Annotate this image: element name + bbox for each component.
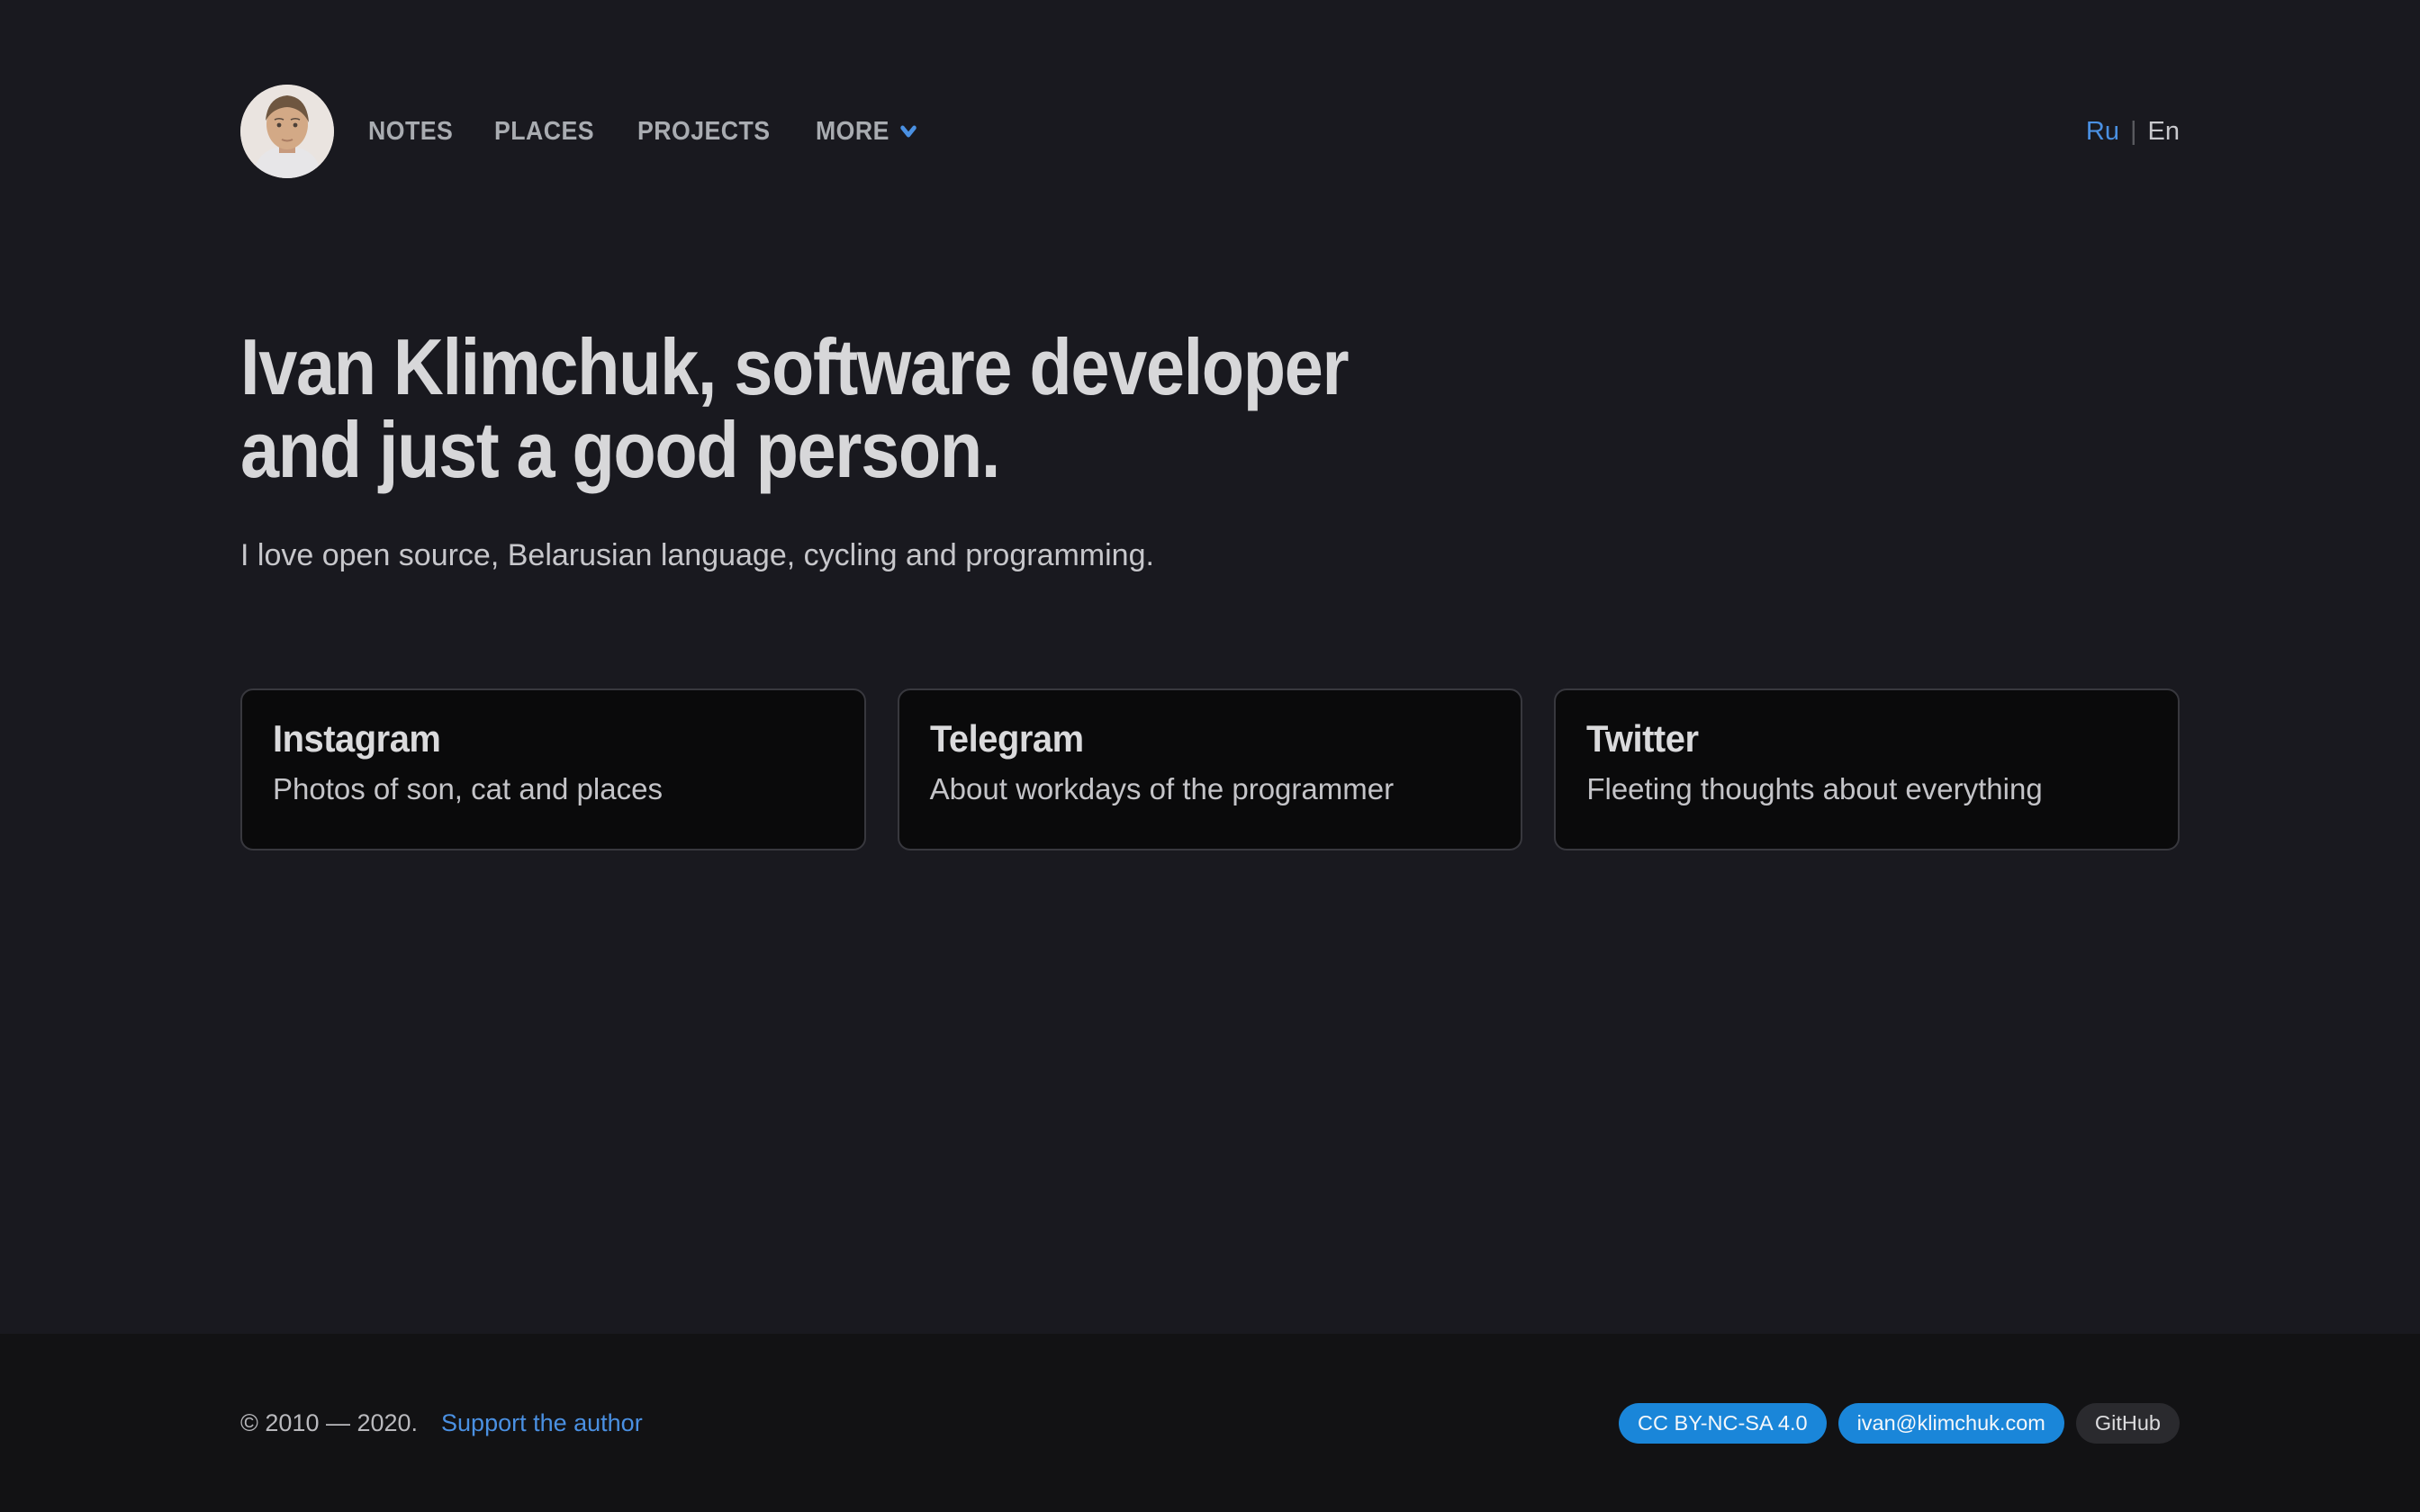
card-twitter-title: Twitter	[1586, 717, 1699, 760]
main-content: Ivan Klimchuk, software developer and ju…	[0, 178, 2420, 1334]
page-title-line-2: and just a good person.	[240, 410, 999, 493]
card-telegram[interactable]: Telegram About workdays of the programme…	[898, 688, 1523, 850]
github-badge[interactable]: GitHub	[2076, 1403, 2180, 1444]
card-instagram-description: Photos of son, cat and places	[273, 772, 834, 806]
footer-badges: CC BY-NC-SA 4.0 ivan@klimchuk.com GitHub	[1619, 1403, 2180, 1444]
support-author-link[interactable]: Support the author	[441, 1409, 643, 1437]
language-switcher: Ru | En	[2086, 117, 2180, 147]
footer: © 2010 — 2020. Support the author CC BY-…	[0, 1334, 2420, 1512]
portrait-photo-icon	[240, 85, 334, 178]
license-badge[interactable]: CC BY-NC-SA 4.0	[1619, 1403, 1827, 1444]
card-instagram-title: Instagram	[273, 717, 440, 760]
homepage: NOTES PLACES PROJECTS MORE Ru | En Ivan …	[0, 0, 2420, 1512]
copyright-text: © 2010 — 2020.	[240, 1409, 418, 1437]
language-separator: |	[2130, 117, 2137, 147]
card-telegram-title: Telegram	[930, 717, 1084, 760]
card-instagram[interactable]: Instagram Photos of son, cat and places	[240, 688, 866, 850]
nav-item-more-label: MORE	[816, 117, 889, 147]
nav-item-projects[interactable]: PROJECTS	[637, 117, 771, 147]
main-menu: NOTES PLACES PROJECTS MORE	[368, 117, 929, 147]
nav-item-more[interactable]: MORE	[816, 117, 920, 147]
nav-item-notes[interactable]: NOTES	[368, 117, 453, 147]
social-cards: Instagram Photos of son, cat and places …	[240, 688, 2180, 850]
card-telegram-description: About workdays of the programmer	[930, 772, 1491, 806]
page-title-line-1: Ivan Klimchuk, software developer	[240, 328, 1348, 410]
page-title: Ivan Klimchuk, software developer and ju…	[240, 328, 2180, 493]
avatar[interactable]	[240, 85, 334, 178]
page-subtitle: I love open source, Belarusian language,…	[240, 538, 2180, 573]
top-navigation: NOTES PLACES PROJECTS MORE Ru | En	[0, 0, 2420, 178]
footer-left: © 2010 — 2020. Support the author	[240, 1409, 643, 1437]
language-ru-link[interactable]: Ru	[2086, 117, 2119, 147]
card-twitter-description: Fleeting thoughts about everything	[1586, 772, 2147, 806]
language-en-current: En	[2148, 117, 2180, 147]
nav-item-places[interactable]: PLACES	[494, 117, 594, 147]
card-twitter[interactable]: Twitter Fleeting thoughts about everythi…	[1554, 688, 2180, 850]
email-badge[interactable]: ivan@klimchuk.com	[1838, 1403, 2064, 1444]
chevron-down-icon	[898, 119, 921, 144]
